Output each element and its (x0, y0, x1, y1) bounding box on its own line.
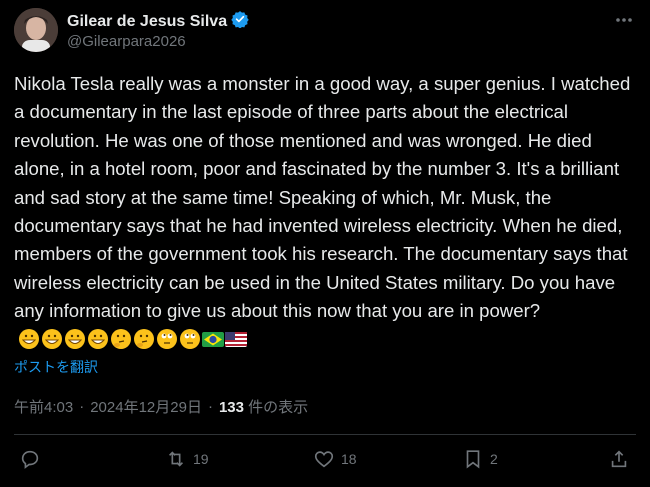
translate-post-link[interactable]: ポストを翻訳 (14, 357, 98, 377)
like-count: 18 (341, 451, 357, 467)
divider (14, 434, 636, 435)
reply-icon (21, 450, 39, 469)
emoji-row (18, 328, 247, 350)
views-count: 133 件の表示 (219, 396, 308, 417)
repost-count: 19 (193, 451, 209, 467)
reply-button[interactable] (19, 448, 41, 470)
like-button[interactable]: 18 (313, 448, 357, 470)
views-number: 133 (218, 399, 244, 416)
bookmark-count: 2 (490, 451, 498, 467)
share-button[interactable] (608, 448, 630, 470)
grinning-emoji-icon (65, 328, 85, 349)
grinning-emoji-icon (19, 328, 39, 349)
eye-roll-emoji-icon (180, 328, 200, 349)
tweet-body: Nikola Tesla really was a monster in a g… (14, 70, 639, 354)
verified-badge-icon (231, 10, 249, 33)
us-flag-icon (225, 331, 247, 347)
grinning-emoji-icon (88, 328, 108, 349)
brazil-flag-icon (202, 331, 224, 347)
thinking-emoji-icon (134, 328, 154, 349)
eye-roll-emoji-icon (157, 328, 177, 349)
bookmark-button[interactable]: 2 (462, 448, 498, 470)
author-handle[interactable]: @Gilearpara2026 (67, 33, 186, 50)
tweet-time[interactable]: 午前4:03 (14, 396, 73, 417)
tweet-date[interactable]: 2024年12月29日 (90, 396, 202, 417)
heart-icon (314, 451, 334, 468)
meta-separator: · (207, 398, 213, 415)
tweet-meta: 午前4:03 · 2024年12月29日 · 133 件の表示 (14, 396, 308, 417)
bookmark-icon (466, 450, 480, 469)
repost-button[interactable]: 19 (165, 448, 209, 470)
avatar[interactable] (14, 8, 58, 52)
grinning-emoji-icon (42, 328, 62, 349)
more-options-icon[interactable] (612, 10, 636, 30)
action-bar: 19 18 2 (0, 448, 650, 476)
meta-separator: · (79, 398, 85, 415)
repost-icon (168, 451, 184, 467)
views-label: 件の表示 (248, 399, 309, 416)
author-name-row[interactable]: Gilear de Jesus Silva (67, 10, 249, 33)
tweet-header: Gilear de Jesus Silva @Gilearpara2026 (14, 6, 636, 54)
thinking-emoji-icon (111, 328, 131, 349)
author-name[interactable]: Gilear de Jesus Silva (67, 13, 227, 31)
tweet-text: Nikola Tesla really was a monster in a g… (14, 73, 636, 322)
share-icon (611, 450, 627, 468)
